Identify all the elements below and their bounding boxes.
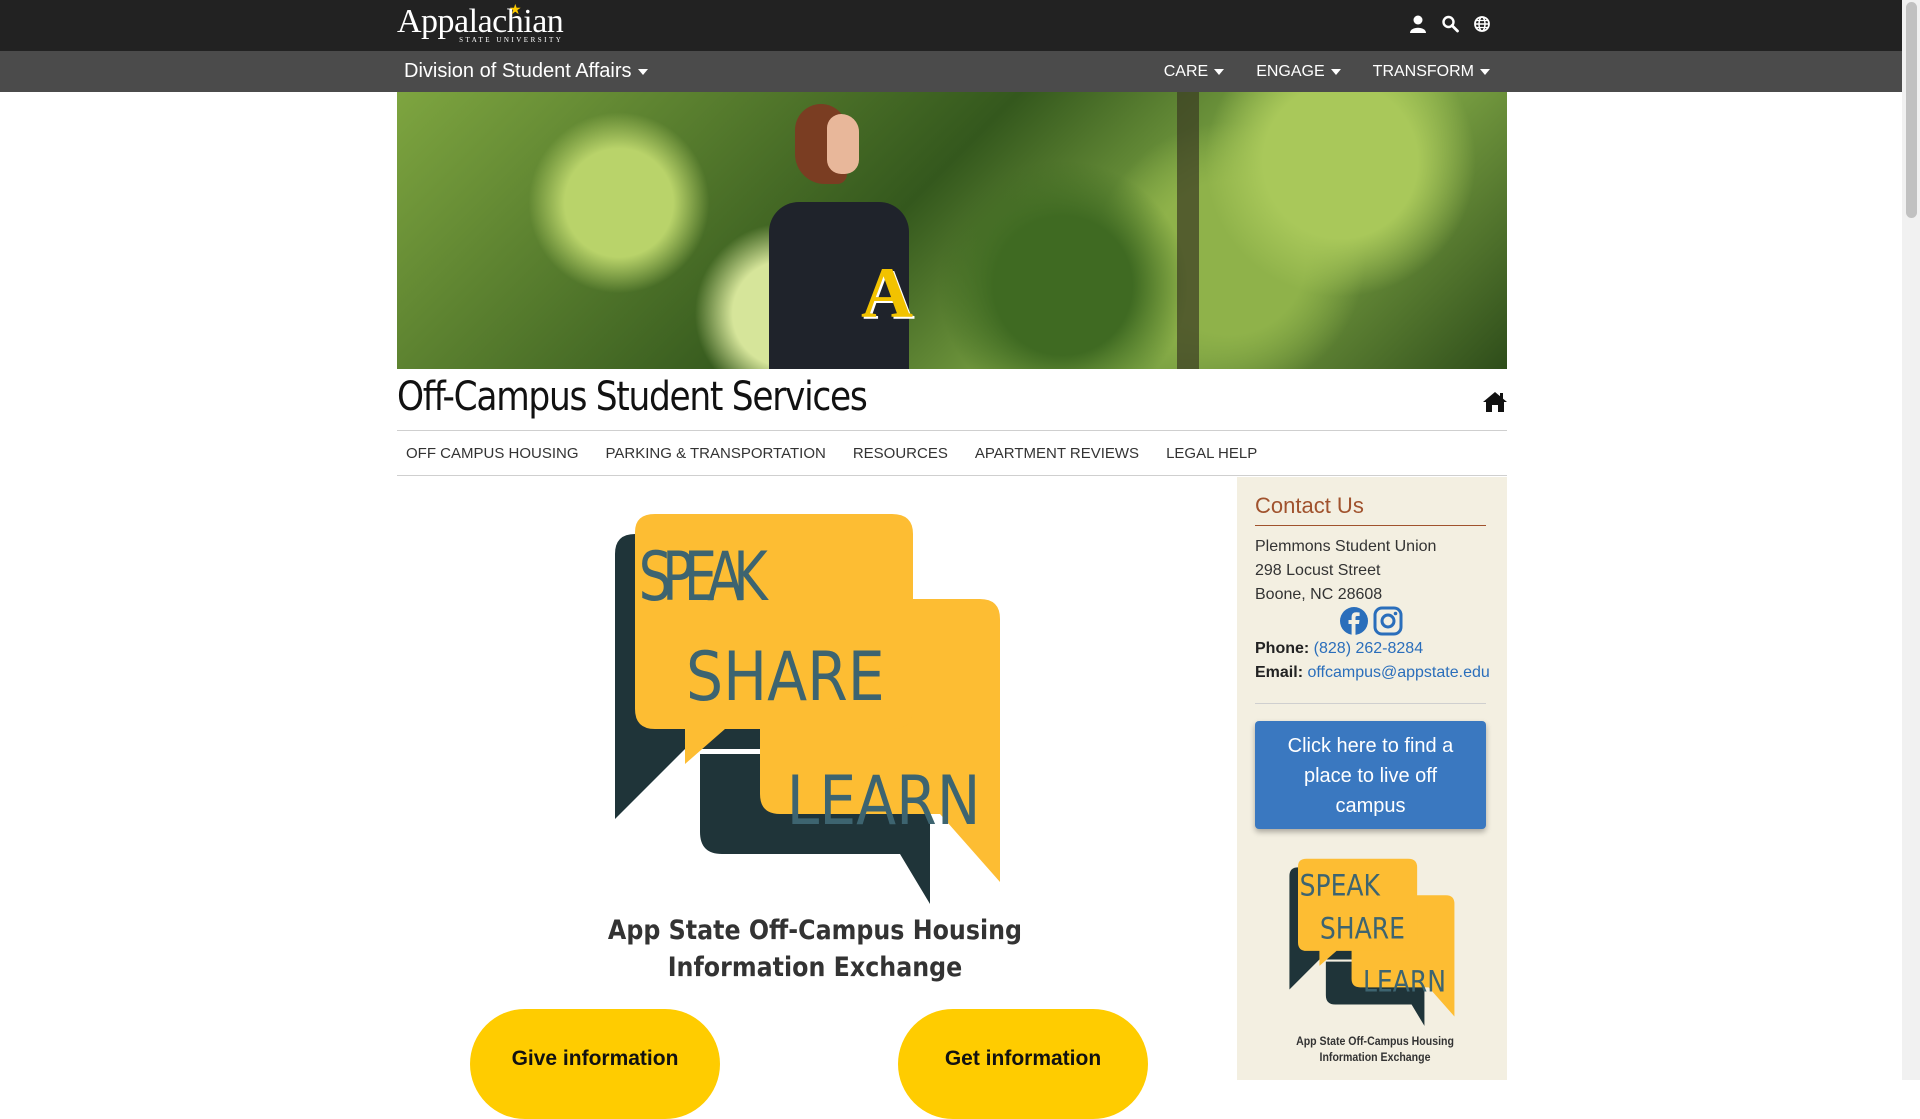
small-caption-line2: Information Exchange	[1319, 1050, 1431, 1064]
division-bar: Division of Student Affairs CARE ENGAGE …	[0, 51, 1902, 92]
get-information-button[interactable]: Get information	[898, 1009, 1148, 1119]
small-caption-line1: App State Off-Campus Housing	[1296, 1034, 1454, 1048]
user-icon[interactable]	[1409, 14, 1427, 34]
nav-transform-label: TRANSFORM	[1372, 63, 1474, 80]
page-scrollbar[interactable]	[1902, 0, 1920, 1080]
nav-engage[interactable]: ENGAGE	[1256, 63, 1341, 81]
find-housing-button[interactable]: Click here to find a place to live off c…	[1255, 721, 1486, 829]
student-face	[827, 114, 859, 174]
nav-care[interactable]: CARE	[1163, 63, 1225, 81]
page-title: Off-Campus Student Services	[397, 374, 868, 420]
logo-text: Appalachian	[397, 3, 564, 40]
shirt-logo: A	[861, 253, 913, 333]
phone-label: Phone:	[1255, 640, 1310, 657]
contact-heading: Contact Us	[1255, 493, 1364, 518]
address-line: 298 Locust Street	[1255, 562, 1381, 579]
utility-icons	[1409, 14, 1491, 34]
globe-icon[interactable]	[1473, 14, 1491, 34]
facebook-icon[interactable]	[1339, 606, 1369, 636]
email-label: Email:	[1255, 664, 1304, 681]
email-link[interactable]: offcampus@appstate.edu	[1307, 664, 1489, 681]
address: Plemmons Student Union 298 Locust Street…	[1255, 535, 1436, 607]
appalachian-logo[interactable]: ★ Appalachian STATE UNIVERSITY	[397, 3, 564, 44]
email-row: Email: offcampus@appstate.edu	[1255, 664, 1490, 682]
top-bar: ★ Appalachian STATE UNIVERSITY	[0, 0, 1902, 51]
give-information-button[interactable]: Give information	[470, 1009, 720, 1119]
small-logo-word-learn: LEARN	[1363, 966, 1446, 999]
phone-link[interactable]: (828) 262-8284	[1314, 640, 1423, 657]
exchange-title-line2: Information Exchange	[667, 952, 963, 983]
caret-down-icon	[1214, 68, 1225, 75]
nav-care-label: CARE	[1163, 63, 1209, 80]
instagram-icon[interactable]	[1373, 606, 1403, 636]
exchange-title: App State Off-Campus Housing Information…	[591, 912, 1040, 986]
subnav-legal-help[interactable]: LEGAL HELP	[1157, 431, 1271, 475]
logo-word-learn: LEARN	[787, 761, 981, 840]
speak-share-learn-small-logo[interactable]: SPEAK SHARE LEARN	[1283, 857, 1463, 1032]
exchange-title-line1: App State Off-Campus Housing	[607, 915, 1023, 946]
phone-row: Phone: (828) 262-8284	[1255, 640, 1423, 658]
logo-word-speak: SPEAK	[639, 537, 769, 616]
subnav-off-campus-housing[interactable]: OFF CAMPUS HOUSING	[397, 431, 593, 475]
logo-word-share: SHARE	[686, 637, 885, 716]
small-logo-caption: App State Off-Campus Housing Information…	[1269, 1033, 1480, 1065]
logo-star-icon: ★	[509, 3, 522, 18]
caret-down-icon	[1480, 68, 1490, 75]
search-icon[interactable]	[1441, 14, 1459, 34]
caret-down-icon	[637, 68, 648, 75]
hero-image: A	[397, 92, 1507, 369]
nav-transform[interactable]: TRANSFORM	[1373, 63, 1490, 81]
contact-heading-rule	[1255, 525, 1486, 526]
tree-trunk	[1177, 92, 1199, 369]
address-line: Plemmons Student Union	[1255, 538, 1437, 555]
contact-sidebar: Contact Us Plemmons Student Union 298 Lo…	[1237, 477, 1507, 1080]
sidebar-divider	[1255, 703, 1486, 704]
small-logo-word-speak: SPEAK	[1300, 870, 1381, 903]
nav-engage-label: ENGAGE	[1256, 63, 1325, 80]
scrollbar-thumb[interactable]	[1906, 2, 1917, 218]
subnav-parking-transportation[interactable]: PARKING & TRANSPORTATION	[597, 431, 840, 475]
division-menu-toggle[interactable]: Division of Student Affairs	[404, 60, 648, 83]
subnav-divider	[397, 475, 1507, 476]
address-line: Boone, NC 28608	[1255, 586, 1383, 603]
home-icon[interactable]	[1482, 390, 1508, 414]
social-links	[1339, 606, 1403, 636]
small-logo-word-share: SHARE	[1320, 913, 1405, 946]
division-title: Division of Student Affairs	[404, 60, 632, 82]
section-nav: OFF CAMPUS HOUSING PARKING & TRANSPORTAT…	[397, 431, 1507, 475]
subnav-apartment-reviews[interactable]: APARTMENT REVIEWS	[966, 431, 1153, 475]
main-nav: CARE ENGAGE TRANSFORM	[1164, 63, 1490, 81]
speak-share-learn-logo: SPEAK SHARE LEARN	[615, 514, 1000, 904]
caret-down-icon	[1330, 68, 1341, 75]
subnav-resources[interactable]: RESOURCES	[844, 431, 962, 475]
